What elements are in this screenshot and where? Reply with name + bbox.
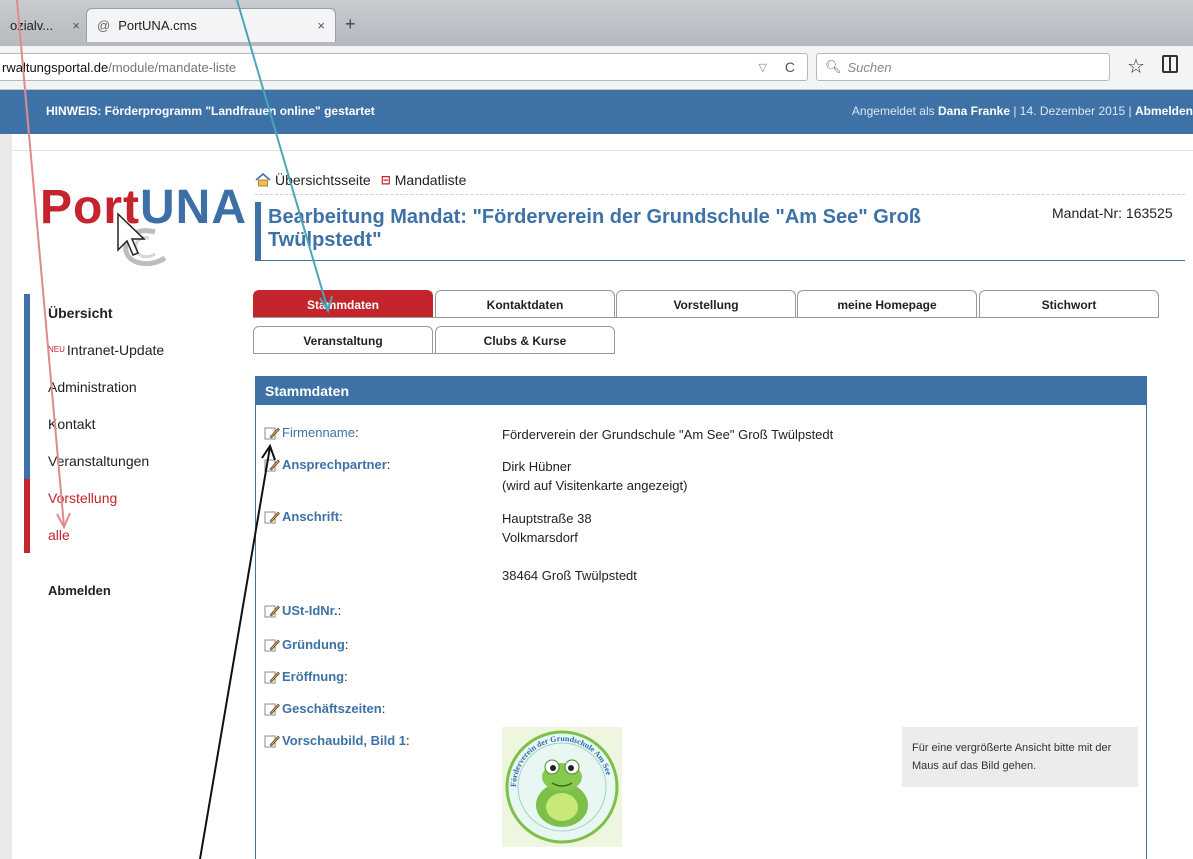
login-info: Angemeldet als Dana Franke | 14. Dezembe… bbox=[852, 104, 1193, 118]
divider bbox=[12, 150, 1193, 151]
field-label[interactable]: Firmenname: bbox=[264, 425, 359, 440]
page-gutter bbox=[0, 134, 12, 859]
sidebar-logout[interactable]: Abmelden bbox=[48, 583, 111, 598]
field-value: Dirk Hübner (wird auf Visitenkarte angez… bbox=[502, 459, 688, 493]
url-host: rwaltungsportal.de bbox=[2, 59, 109, 75]
edit-pencil-icon[interactable] bbox=[264, 638, 280, 652]
edit-pencil-icon[interactable] bbox=[264, 604, 280, 618]
breadcrumb-home[interactable]: Übersichtsseite bbox=[275, 172, 371, 188]
list-icon: ⊟ bbox=[380, 173, 391, 187]
hover-hint: Für eine vergrößerte Ansicht bitte mit d… bbox=[902, 727, 1138, 787]
search-placeholder: Suchen bbox=[847, 59, 892, 75]
divider bbox=[255, 260, 1185, 261]
browser-tab-bar: ozialv... × @ PortUNA.cms × + bbox=[0, 0, 1193, 46]
sidebar-item-veranstaltungen[interactable]: Veranstaltungen bbox=[24, 442, 234, 479]
field-label[interactable]: Geschäftszeiten: bbox=[264, 701, 385, 716]
sidebar-item-kontakt[interactable]: Kontakt bbox=[24, 405, 234, 442]
field-label[interactable]: Vorschaubild, Bild 1: bbox=[264, 733, 410, 748]
notice-text: HINWEIS: Förderprogramm "Landfrauen onli… bbox=[46, 104, 375, 118]
panel-title: Stammdaten bbox=[256, 377, 1146, 405]
breadcrumb-list[interactable]: Mandatliste bbox=[395, 172, 467, 188]
edit-pencil-icon[interactable] bbox=[264, 426, 280, 440]
tab-vorstellung[interactable]: Vorstellung bbox=[616, 290, 796, 318]
edit-pencil-icon[interactable] bbox=[264, 734, 280, 748]
browser-tab-active[interactable]: @ PortUNA.cms × bbox=[86, 8, 336, 42]
search-input[interactable]: 🔍︎ Suchen bbox=[816, 53, 1110, 81]
dropdown-arrow-icon[interactable]: ▽ bbox=[759, 61, 767, 74]
browser-tab-inactive[interactable]: ozialv... × bbox=[0, 8, 90, 42]
close-icon[interactable]: × bbox=[317, 18, 325, 33]
date-text: | 14. Dezember 2015 | bbox=[1010, 104, 1135, 118]
title-accent bbox=[255, 202, 261, 260]
tab-title: ozialv... bbox=[10, 17, 54, 33]
logout-link[interactable]: Abmelden bbox=[1135, 104, 1193, 118]
sidebar-nav: Übersicht NEU Intranet-Update Administrat… bbox=[24, 294, 234, 553]
navigation-bar: rwaltungsportal.de/module/mandate-liste … bbox=[0, 46, 1193, 90]
tab-baseline bbox=[253, 353, 615, 354]
sidebar-item-vorstellung[interactable]: Vorstellung bbox=[24, 479, 234, 516]
divider bbox=[255, 194, 1185, 195]
close-icon[interactable]: × bbox=[72, 18, 80, 33]
tab-stammdaten[interactable]: Stammdaten bbox=[253, 290, 433, 318]
tab-meine-homepage[interactable]: meine Homepage bbox=[797, 290, 977, 318]
breadcrumb: Übersichtsseite ⊟ Mandatliste bbox=[255, 172, 466, 188]
search-icon: 🔍︎ bbox=[825, 59, 842, 74]
tab-title: PortUNA.cms bbox=[118, 18, 197, 33]
field-label[interactable]: Anschrift: bbox=[264, 509, 343, 524]
stammdaten-panel: Stammdaten Firmenname: Förderverein der … bbox=[255, 376, 1147, 859]
new-badge: NEU bbox=[48, 345, 65, 354]
edit-pencil-icon[interactable] bbox=[264, 510, 280, 524]
sidebar-item-administration[interactable]: Administration bbox=[24, 368, 234, 405]
sidebar-item-alle[interactable]: alle bbox=[24, 516, 234, 553]
login-prefix: Angemeldet als bbox=[851, 104, 938, 118]
edit-pencil-icon[interactable] bbox=[264, 670, 280, 684]
url-input[interactable]: rwaltungsportal.de/module/mandate-liste … bbox=[0, 53, 808, 81]
field-label[interactable]: Eröffnung: bbox=[264, 669, 348, 684]
sidebar-item-intranet-update[interactable]: NEU Intranet-Update bbox=[24, 331, 234, 368]
edit-pencil-icon[interactable] bbox=[264, 458, 280, 472]
new-tab-button[interactable]: + bbox=[345, 14, 356, 35]
sidebar-item-uebersicht[interactable]: Übersicht bbox=[24, 294, 234, 331]
edit-pencil-icon[interactable] bbox=[264, 702, 280, 716]
mandat-number: Mandat-Nr: 163525 bbox=[1052, 205, 1173, 221]
home-icon bbox=[255, 173, 271, 187]
portuna-logo[interactable]: PortUNA bbox=[40, 176, 246, 276]
reload-icon[interactable]: C bbox=[785, 59, 795, 75]
at-icon: @ bbox=[97, 18, 111, 33]
tab-stichwort[interactable]: Stichwort bbox=[979, 290, 1159, 318]
field-label[interactable]: USt-IdNr.: bbox=[264, 603, 341, 618]
user-name: Dana Franke bbox=[937, 104, 1011, 118]
field-value: Förderverein der Grundschule "Am See" Gr… bbox=[502, 427, 834, 442]
bookmark-star-icon[interactable]: ☆ bbox=[1127, 54, 1145, 79]
reading-list-icon[interactable] bbox=[1162, 55, 1178, 73]
field-label[interactable]: Ansprechpartner: bbox=[264, 457, 390, 472]
field-label[interactable]: Gründung: bbox=[264, 637, 348, 652]
notice-bar: HINWEIS: Förderprogramm "Landfrauen onli… bbox=[0, 90, 1193, 134]
tab-clubs-kurse[interactable]: Clubs & Kurse bbox=[435, 326, 615, 354]
tab-baseline bbox=[253, 317, 1159, 318]
url-path: /module/mandate-liste bbox=[108, 59, 237, 75]
field-value: Hauptstraße 38 Volkmarsdorf 38464 Groß T… bbox=[502, 511, 637, 583]
frog-logo-image[interactable]: Förderverein der Grundschule Am See bbox=[502, 727, 622, 847]
page-title: Bearbeitung Mandat: "Förderverein der Gr… bbox=[268, 206, 922, 251]
tab-kontaktdaten[interactable]: Kontaktdaten bbox=[435, 290, 615, 318]
logo-swirl-icon bbox=[123, 228, 167, 266]
tab-veranstaltung[interactable]: Veranstaltung bbox=[253, 326, 433, 354]
